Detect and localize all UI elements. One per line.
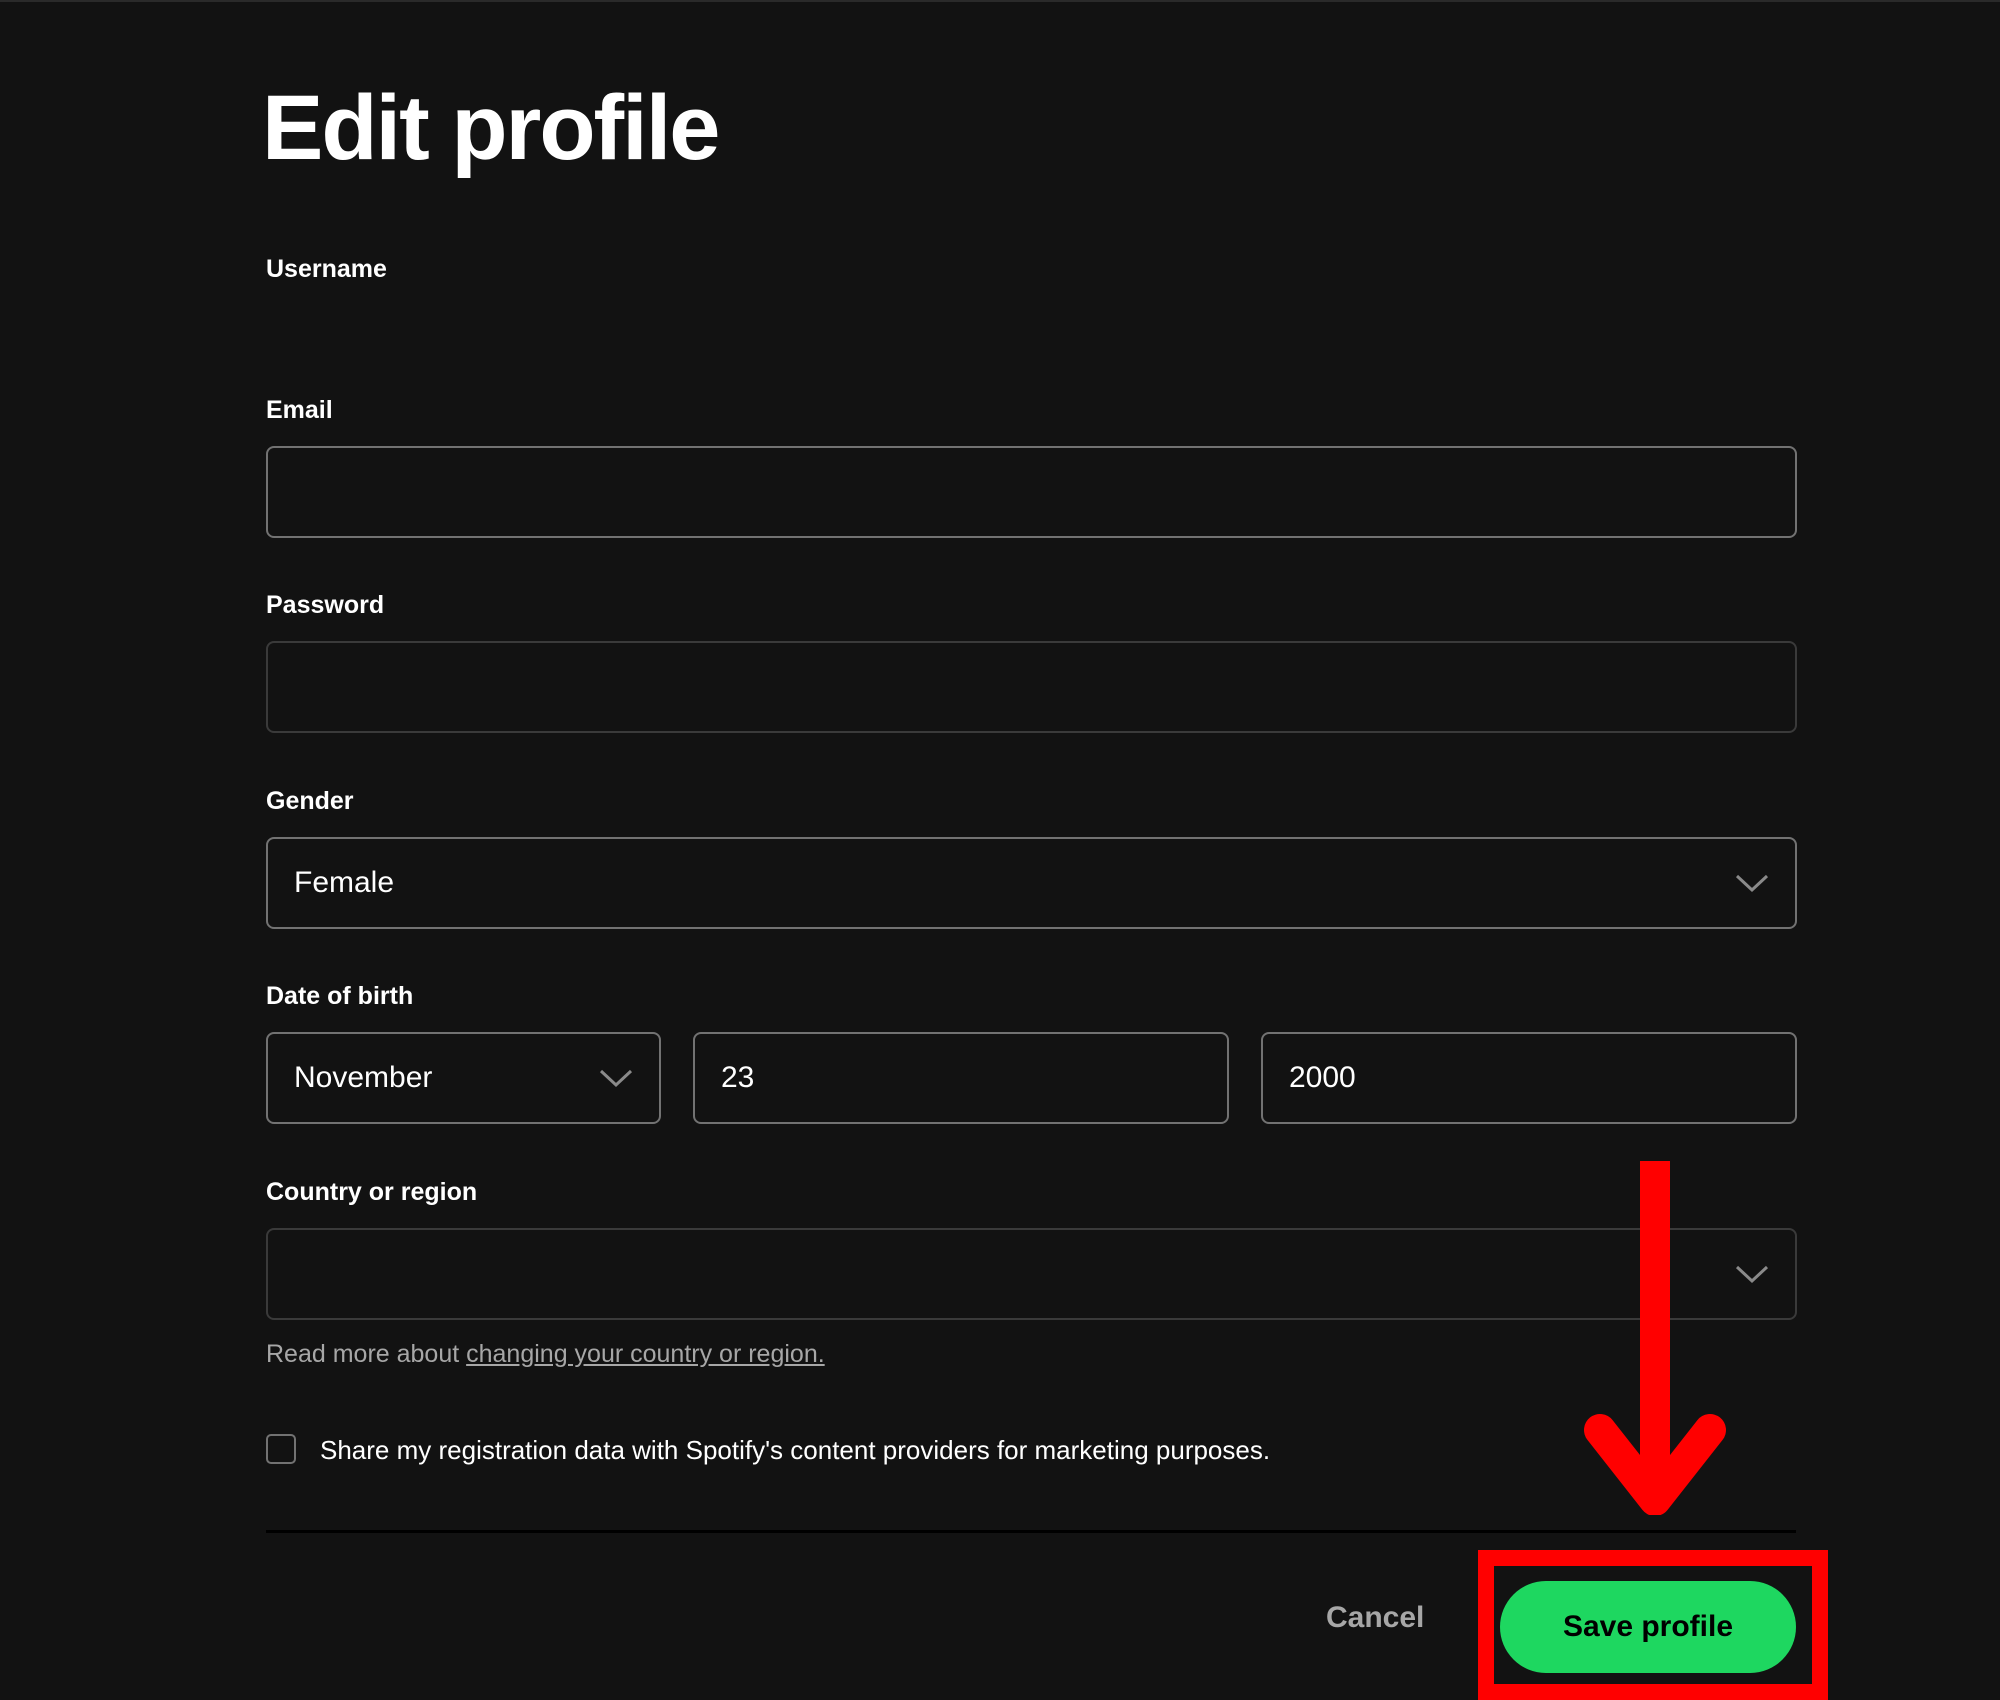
- birth-year-field[interactable]: [1263, 1034, 1795, 1122]
- chevron-down-icon: [1735, 874, 1769, 893]
- password-label: Password: [266, 591, 385, 619]
- marketing-checkbox[interactable]: [266, 1434, 296, 1464]
- country-help-text: Read more about changing your country or…: [266, 1340, 825, 1369]
- password-field[interactable]: [268, 643, 1795, 731]
- birth-year-wrapper: [1261, 1032, 1797, 1124]
- password-field-wrapper: [266, 641, 1797, 733]
- username-label: Username: [266, 255, 387, 283]
- page-title: Edit profile: [262, 77, 720, 179]
- gender-label: Gender: [266, 787, 354, 815]
- marketing-checkbox-label[interactable]: Share my registration data with Spotify'…: [320, 1434, 1270, 1466]
- top-border: [0, 0, 2000, 2]
- birth-month-select[interactable]: November: [266, 1032, 661, 1124]
- cancel-button[interactable]: Cancel: [1320, 1600, 1430, 1636]
- birth-month-value: November: [294, 1061, 433, 1094]
- email-label: Email: [266, 396, 333, 424]
- country-select[interactable]: [266, 1228, 1797, 1320]
- chevron-down-icon: [599, 1069, 633, 1088]
- birth-day-wrapper: [693, 1032, 1229, 1124]
- divider: [266, 1530, 1796, 1533]
- change-country-link[interactable]: changing your country or region.: [466, 1340, 825, 1368]
- gender-select[interactable]: Female: [266, 837, 1797, 929]
- highlight-box: [1478, 1550, 1828, 1700]
- chevron-down-icon: [1735, 1265, 1769, 1284]
- red-down-arrow-icon: [1584, 1161, 1726, 1515]
- gender-value: Female: [294, 866, 395, 899]
- date-of-birth-label: Date of birth: [266, 982, 414, 1010]
- country-label: Country or region: [266, 1178, 478, 1206]
- help-text: Read more about: [266, 1340, 467, 1368]
- email-field-wrapper: [266, 446, 1797, 538]
- email-field[interactable]: [268, 448, 1795, 536]
- birth-day-field[interactable]: [695, 1034, 1227, 1122]
